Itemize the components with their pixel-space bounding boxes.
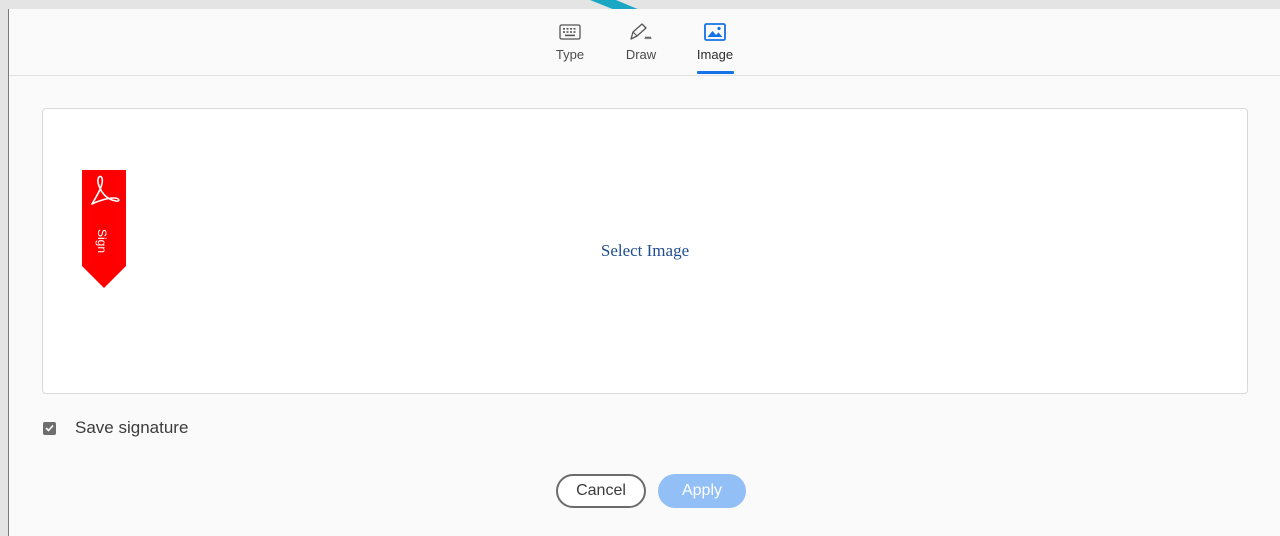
select-image-link[interactable]: Select Image	[43, 241, 1247, 261]
tab-image-label: Image	[696, 47, 734, 62]
tab-draw-label: Draw	[625, 47, 657, 62]
save-signature-checkbox[interactable]	[43, 421, 56, 435]
save-signature-label: Save signature	[75, 418, 189, 437]
tab-type[interactable]: Type	[549, 9, 591, 75]
image-drop-area[interactable]: Sign Select Image	[42, 108, 1248, 394]
checkmark-icon	[45, 424, 54, 432]
tab-image[interactable]: Image	[692, 9, 738, 75]
pen-icon	[628, 21, 654, 43]
window-top-strip	[0, 0, 1280, 9]
cancel-button[interactable]: Cancel	[556, 474, 646, 508]
keyboard-icon	[559, 21, 581, 43]
tab-draw[interactable]: Draw	[619, 9, 663, 75]
adobe-sign-badge: Sign	[82, 170, 126, 288]
apply-button[interactable]: Apply	[658, 474, 746, 508]
selected-tab-indicator	[697, 71, 734, 74]
signature-mode-tabs: Type Draw Image	[9, 9, 1280, 76]
signature-dialog: Type Draw Image Sign Select Image Save s…	[8, 9, 1280, 536]
image-icon	[704, 21, 726, 43]
tab-type-label: Type	[555, 47, 585, 62]
save-signature-option[interactable]: Save signature	[43, 417, 188, 439]
